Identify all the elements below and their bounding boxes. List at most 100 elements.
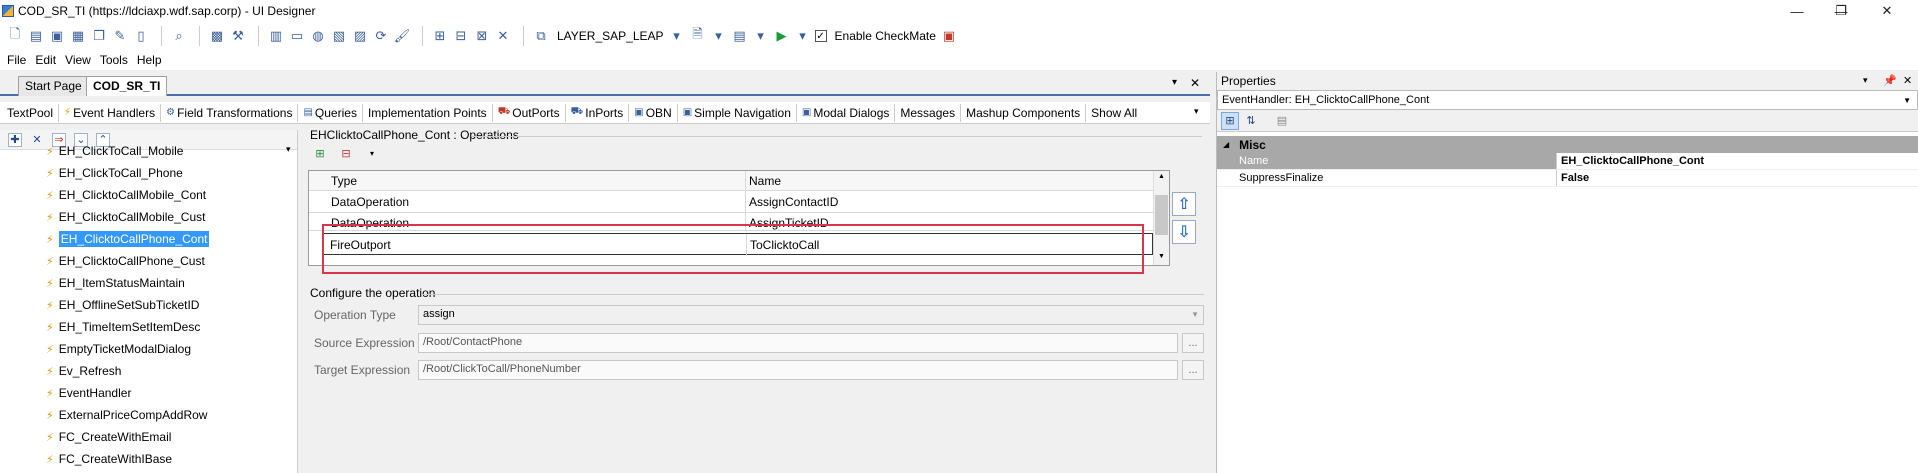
collapse-icon[interactable]: ◢ — [1223, 140, 1229, 149]
distribute-icon[interactable]: ⊟ — [452, 27, 470, 45]
scroll-down-icon[interactable]: ▼ — [1158, 253, 1165, 260]
close-tab-icon[interactable]: ✕ — [1190, 76, 1200, 90]
tools-icon[interactable]: ⚒ — [229, 27, 247, 45]
package-icon[interactable]: ▩ — [208, 27, 226, 45]
tab-obn[interactable]: ▣ OBN — [629, 103, 678, 122]
tab-start-page[interactable]: Start Page — [18, 76, 89, 96]
new-icon[interactable]: 🗋 — [6, 26, 24, 45]
tree-item[interactable]: ⚡ EventHandler — [0, 382, 297, 404]
overflow-icon[interactable]: ▾ — [364, 146, 380, 160]
menu-tools[interactable]: Tools — [100, 53, 128, 67]
property-value[interactable]: EH_ClicktoCallPhone_Cont — [1557, 153, 1704, 169]
tab-outports[interactable]: ⛟ OutPorts — [493, 103, 566, 122]
layer-icon[interactable]: ⧉ — [532, 27, 550, 45]
remove-icon[interactable]: ⊠ — [473, 27, 491, 45]
save-all-icon[interactable]: ▦ — [69, 27, 87, 45]
chart-icon[interactable]: ▤ — [731, 27, 749, 45]
open-icon[interactable]: ▤ — [27, 27, 45, 45]
chevron-down-icon[interactable]: ▾ — [710, 27, 728, 45]
tree-item[interactable]: ⚡ FC_CreateWithEmail — [0, 426, 297, 448]
tab-simple-navigation[interactable]: ▣ Simple Navigation — [678, 103, 797, 122]
source-browse-button[interactable]: ... — [1182, 333, 1204, 353]
grid-scrollbar[interactable]: ▲ ▼ — [1153, 171, 1169, 265]
categorized-icon[interactable]: ⊞ — [1221, 111, 1239, 130]
tree-item[interactable]: ⚡ EH_ClickToCall_Phone — [0, 162, 297, 184]
tab-messages[interactable]: Messages — [895, 103, 962, 122]
tree-item[interactable]: ⚡ EH_TimeItemSetItemDesc — [0, 316, 297, 338]
layer-label[interactable]: LAYER_SAP_LEAP — [557, 29, 664, 43]
column-type[interactable]: Type — [331, 174, 357, 188]
menu-help[interactable]: Help — [137, 53, 162, 67]
delete-icon[interactable]: ✕ — [30, 133, 44, 147]
window-icon[interactable]: ▭ — [288, 27, 306, 45]
move-down-button[interactable]: ⇩ — [1172, 220, 1196, 244]
menu-file[interactable]: File — [7, 53, 26, 67]
properties-icon[interactable]: ▯ — [132, 27, 150, 45]
tree-item[interactable]: ⚡ EH_ClicktoCallPhone_Cust — [0, 250, 297, 272]
operation-type-select[interactable]: assign ▼ — [418, 305, 1204, 325]
delete-icon[interactable]: ✕ — [494, 27, 512, 45]
target-browse-button[interactable]: ... — [1182, 360, 1204, 380]
category-misc[interactable]: ◢ Misc — [1217, 136, 1918, 153]
target-expression-field[interactable]: /Root/ClickToCall/PhoneNumber — [418, 360, 1178, 380]
tree-item[interactable]: ⚡ FC_CreateWithIBase — [0, 448, 297, 470]
scroll-up-icon[interactable]: ▲ — [1158, 173, 1165, 180]
add-operation-icon[interactable]: ⊞ — [312, 146, 328, 160]
move-up-button[interactable]: ⇧ — [1172, 192, 1196, 216]
object-selector[interactable]: EventHandler: EH_ClicktoCallPhone_Cont ▼ — [1217, 90, 1918, 110]
document-icon[interactable]: 🗎 — [689, 26, 707, 45]
tree-item[interactable]: ⚡ EmptyTicketModalDialog — [0, 338, 297, 360]
property-value[interactable]: False — [1557, 170, 1589, 186]
menu-view[interactable]: View — [65, 53, 91, 67]
tab-event-handlers[interactable]: ⚡ Event Handlers — [59, 103, 162, 122]
tab-mashup-components[interactable]: Mashup Components — [961, 103, 1087, 122]
alphabetical-icon[interactable]: ⇅ — [1242, 112, 1260, 130]
tree-item[interactable]: ⚡ EH_OfflineSetSubTicketID — [0, 294, 297, 316]
tab-inports[interactable]: ⛟ InPorts — [566, 103, 630, 122]
edit-icon[interactable]: ✎ — [111, 27, 129, 45]
close-window-button[interactable]: ✕ — [1864, 0, 1910, 22]
maximize-button[interactable]: ❐ — [1818, 0, 1864, 22]
align-icon[interactable]: ⊞ — [431, 27, 449, 45]
globe-icon[interactable]: ◍ — [309, 27, 327, 45]
minimize-window-button[interactable]: — — [1774, 0, 1820, 22]
tab-cod-sr-ti[interactable]: COD_SR_TI — [86, 76, 168, 96]
scroll-thumb[interactable] — [1155, 195, 1168, 235]
overflow-icon[interactable]: ▾ — [1194, 106, 1199, 117]
tree-item[interactable]: ⚡ Ev_Refresh — [0, 360, 297, 382]
tab-show-all[interactable]: Show All — [1086, 104, 1142, 122]
table-row[interactable]: DataOperation AssignContactID — [309, 191, 1154, 213]
brush-icon[interactable]: 🖌 — [393, 27, 411, 45]
report-icon[interactable]: ▣ — [940, 27, 958, 45]
refresh-icon[interactable]: ⟳ — [372, 27, 390, 45]
copy-icon[interactable]: ❐ — [90, 27, 108, 45]
save-icon[interactable]: ▣ — [48, 27, 66, 45]
run-icon[interactable]: ▶ — [773, 27, 791, 45]
paste-icon[interactable]: ▨ — [351, 27, 369, 45]
chevron-down-icon[interactable]: ▾ — [668, 27, 686, 45]
property-row-name[interactable]: Name EH_ClicktoCallPhone_Cont — [1217, 153, 1918, 170]
chevron-down-icon[interactable]: ▾ — [1172, 77, 1177, 88]
grid-icon[interactable]: ▥ — [267, 27, 285, 45]
menu-edit[interactable]: Edit — [35, 53, 56, 67]
close-icon[interactable]: ✕ — [1903, 74, 1912, 87]
add-icon[interactable]: ✚ — [8, 132, 22, 147]
tree-item[interactable]: ⚡ EH_ClicktoCallPhone_Cont — [0, 228, 297, 250]
property-row-suppressfinalize[interactable]: SuppressFinalize False — [1217, 170, 1918, 187]
chevron-down-icon[interactable]: ▾ — [794, 27, 812, 45]
chevron-down-icon[interactable]: ▾ — [752, 27, 770, 45]
layers-icon[interactable]: ▧ — [330, 27, 348, 45]
source-expression-field[interactable]: /Root/ContactPhone — [418, 333, 1178, 353]
pin-icon[interactable]: 📌 — [1883, 74, 1897, 87]
tab-textpool[interactable]: TextPool — [2, 103, 60, 122]
property-pages-icon[interactable]: ▤ — [1273, 112, 1291, 130]
tree-item[interactable]: ⚡ EH_ItemStatusMaintain — [0, 272, 297, 294]
tree-item[interactable]: ⚡ EH_ClicktoCallMobile_Cont — [0, 184, 297, 206]
column-name[interactable]: Name — [749, 174, 781, 188]
tree-item[interactable]: ⚡ EH_ClickToCall_Mobile — [0, 140, 297, 162]
tab-field-transformations[interactable]: ⚙ Field Transformations — [161, 103, 299, 122]
remove-operation-icon[interactable]: ⊟ — [338, 146, 354, 160]
tree-item[interactable]: ⚡ ExternalPriceCompAddRow — [0, 404, 297, 426]
checkmate-checkbox[interactable]: ✓ — [814, 30, 827, 42]
overflow-icon[interactable]: ▾ — [286, 144, 291, 155]
